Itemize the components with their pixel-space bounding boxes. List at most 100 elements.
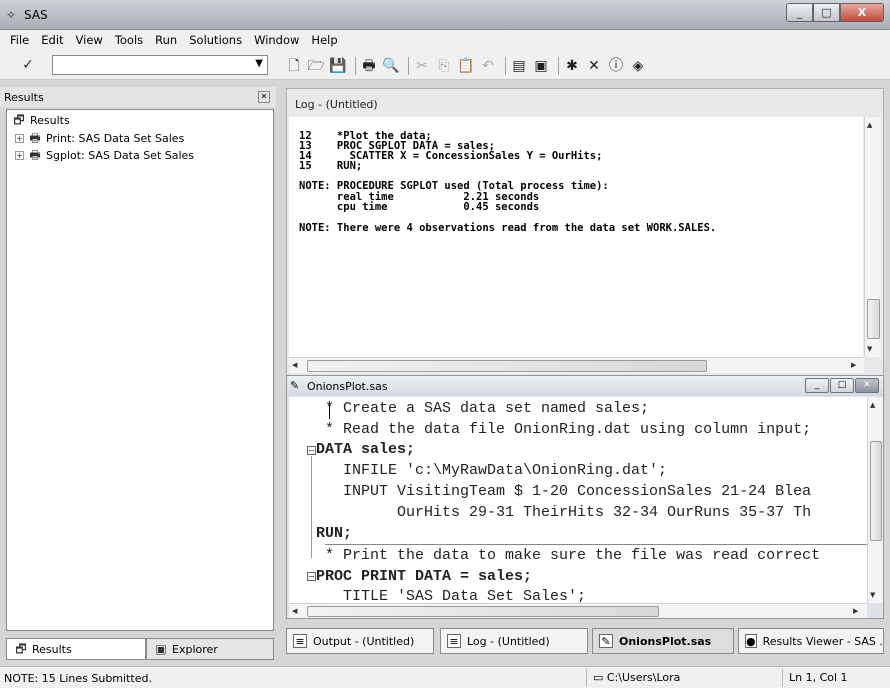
log-window: Log - (Untitled) 12 *Plot the data; 13 P… (286, 88, 884, 378)
results-pane-header: Results ✕ (0, 87, 276, 107)
window-title: SAS (24, 8, 48, 22)
tab-log[interactable]: ≡ Log - (Untitled) (440, 628, 588, 654)
toolbar-icons: 🗋 🗁 💾 🖶 🔍 ✂ ⎘ 📋 ↶ ▤ ▣ ✱ ✕ ⓘ ◈ (285, 55, 651, 77)
program-editor[interactable]: * Create a SAS data set named sales; * R… (289, 397, 867, 603)
menu-solutions[interactable]: Solutions (183, 30, 248, 50)
menu-view[interactable]: View (70, 30, 109, 50)
toolbar-separator (408, 57, 409, 75)
tab-explorer[interactable]: ▣ Explorer (146, 638, 274, 660)
tab-label: OnionsPlot.sas (619, 634, 712, 648)
tab-onionsplot[interactable]: ✎ OnionsPlot.sas (592, 628, 734, 654)
close-button[interactable]: X (840, 3, 884, 22)
program-horizontal-scrollbar[interactable]: ◀ ▶ (289, 603, 867, 618)
step-separator (325, 544, 867, 545)
results-icon: 🗗 (15, 642, 27, 656)
tree-label: Results (30, 113, 70, 127)
tab-label: Results (32, 642, 72, 656)
drive-icon: ▭ (593, 671, 607, 684)
submit-run-icon[interactable]: ✱ (563, 56, 581, 76)
checkmark-icon[interactable]: ✓ (8, 56, 48, 74)
chevron-down-icon[interactable]: ▼ (255, 58, 263, 69)
explorer-icon[interactable]: ▣ (532, 56, 550, 76)
log-vertical-scrollbar[interactable]: ▲ ▼ (864, 117, 881, 357)
menu-window[interactable]: Window (248, 30, 305, 50)
scroll-up-icon[interactable]: ▲ (867, 121, 872, 129)
status-bar: NOTE: 15 Lines Submitted. ▭ C:\Users\Lor… (0, 666, 890, 688)
sgplot-output-icon: 🖶 (29, 148, 41, 162)
print-icon[interactable]: 🖶 (360, 56, 378, 76)
close-pane-icon[interactable]: ✕ (258, 91, 270, 103)
program-file-icon: ✎ (599, 634, 613, 648)
results-viewer-icon: ● (745, 634, 757, 648)
tree-item-results-root[interactable]: 🗗 Results (11, 112, 70, 128)
scroll-left-icon[interactable]: ◀ (292, 607, 297, 615)
explorer-icon: ▣ (155, 642, 167, 656)
library-icon[interactable]: ▤ (510, 56, 528, 76)
tab-output[interactable]: ≡ Output - (Untitled) (286, 628, 434, 654)
expand-icon[interactable]: + (15, 150, 24, 160)
tree-item-print[interactable]: + 🖶 Print: SAS Data Set Sales (15, 130, 184, 146)
copy-icon[interactable]: ⎘ (435, 56, 453, 76)
tab-results-viewer[interactable]: ● Results Viewer - SAS ... (738, 628, 884, 654)
menu-tools[interactable]: Tools (109, 30, 149, 50)
tab-label: Results Viewer - SAS ... (762, 634, 884, 648)
open-folder-icon[interactable]: 🗁 (307, 56, 325, 76)
undo-icon[interactable]: ↶ (479, 56, 497, 76)
scroll-thumb[interactable] (867, 299, 880, 339)
help-book-icon[interactable]: ◈ (629, 56, 647, 76)
tab-label: Explorer (172, 642, 218, 656)
code-line: TITLE 'SAS Data Set Sales'; (289, 588, 587, 603)
log-line: 15 RUN; (299, 160, 363, 172)
menu-edit[interactable]: Edit (35, 30, 69, 50)
tree-label: Print: SAS Data Set Sales (46, 131, 185, 145)
print-output-icon: 🖶 (29, 131, 41, 145)
scroll-thumb[interactable] (307, 606, 659, 617)
maximize-button[interactable]: □ (830, 378, 854, 393)
scroll-thumb[interactable] (870, 441, 882, 541)
scroll-right-icon[interactable]: ▶ (853, 607, 858, 615)
menu-run[interactable]: Run (149, 30, 183, 50)
results-folder-icon: 🗗 (13, 113, 25, 127)
scroll-up-icon[interactable]: ▲ (870, 401, 875, 409)
results-pane-title: Results (4, 91, 44, 104)
tab-label: Log - (Untitled) (467, 634, 550, 648)
minimize-button[interactable]: _ (786, 3, 813, 22)
tab-results[interactable]: 🗗 Results (6, 638, 146, 660)
scroll-thumb[interactable] (307, 360, 707, 372)
scroll-left-icon[interactable]: ◀ (292, 361, 297, 369)
program-vertical-scrollbar[interactable]: ▲ ▼ (867, 397, 883, 603)
scroll-right-icon[interactable]: ▶ (851, 361, 856, 369)
scroll-down-icon[interactable]: ▼ (867, 345, 872, 353)
cut-icon[interactable]: ✂ (413, 56, 431, 76)
code-line: DATA sales; (289, 441, 416, 458)
print-preview-icon[interactable]: 🔍 (382, 56, 400, 76)
menu-file[interactable]: File (4, 30, 35, 50)
code-line: RUN; (289, 525, 353, 542)
log-content[interactable]: 12 *Plot the data; 13 PROC SGPLOT DATA =… (289, 117, 863, 357)
status-cursor-position: Ln 1, Col 1 (782, 669, 890, 687)
clear-icon[interactable]: ✕ (585, 56, 603, 76)
results-tree[interactable]: 🗗 Results + 🖶 Print: SAS Data Set Sales … (6, 109, 274, 631)
toolbar-separator (355, 57, 356, 75)
tree-item-sgplot[interactable]: + 🖶 Sgplot: SAS Data Set Sales (15, 147, 194, 163)
program-window-controls: _ □ ✕ (804, 378, 879, 393)
minimize-button[interactable]: _ (805, 378, 829, 393)
code-line: PROC PRINT DATA = sales; (289, 568, 533, 585)
expand-icon[interactable]: + (15, 133, 24, 143)
status-position-text: Ln 1, Col 1 (789, 671, 848, 684)
break-icon[interactable]: ⓘ (607, 56, 625, 76)
save-icon[interactable]: 💾 (329, 56, 347, 76)
menu-help[interactable]: Help (305, 30, 343, 50)
log-horizontal-scrollbar[interactable]: ◀ ▶ (289, 357, 864, 373)
status-path-text: C:\Users\Lora (606, 671, 681, 684)
program-title-bar: ✎ OnionsPlot.sas _ □ ✕ (287, 376, 883, 396)
tab-label: Output - (Untitled) (313, 634, 415, 648)
scroll-down-icon[interactable]: ▼ (870, 591, 875, 599)
code-line: INPUT VisitingTeam $ 1-20 ConcessionSale… (289, 483, 812, 500)
new-document-icon[interactable]: 🗋 (285, 56, 303, 76)
close-button[interactable]: ✕ (855, 378, 879, 393)
paste-icon[interactable]: 📋 (457, 56, 475, 76)
command-box[interactable]: ▼ (52, 55, 268, 75)
maximize-button[interactable]: □ (813, 3, 840, 22)
log-icon: ≡ (447, 634, 461, 648)
